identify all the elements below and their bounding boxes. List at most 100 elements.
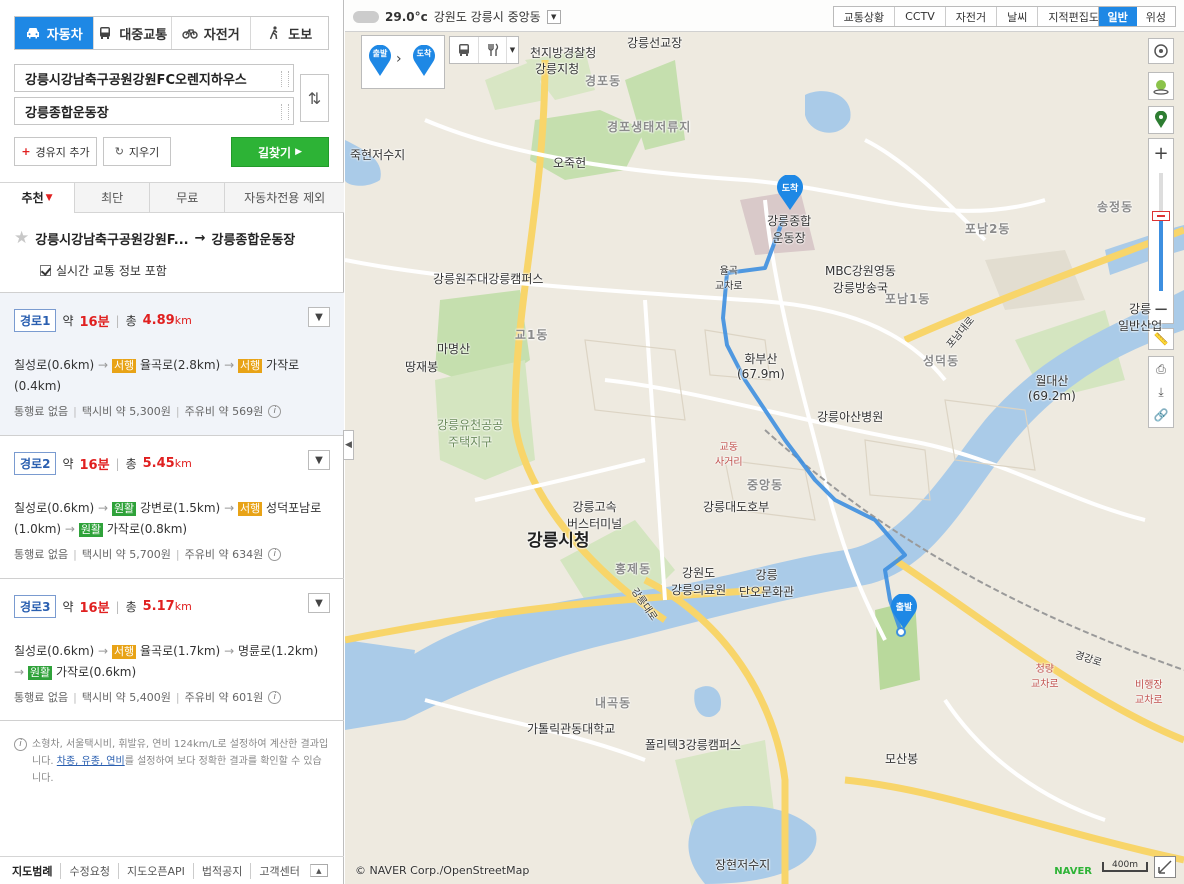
mode-bicycle-tab[interactable]: 자전거 (171, 17, 250, 49)
realtime-label: 실시간 교통 정보 포함 (56, 264, 167, 278)
map-type-normal-button[interactable]: 일반 (1098, 7, 1137, 26)
footer-links: 지도범례 수정요청 지도오픈API 법적공지 고객센터 ▲ (0, 856, 344, 884)
print-icon[interactable]: ⎙ (1156, 362, 1166, 377)
find-route-button[interactable]: 길찾기 ▶ (231, 137, 329, 167)
map-label: 홍제동 (615, 562, 652, 576)
map-label: 마명산 (437, 342, 471, 356)
crosshair-icon (1154, 44, 1168, 58)
expand-route-button[interactable]: ▼ (308, 593, 330, 613)
map-label: 오죽헌 (553, 156, 587, 170)
vehicle-settings-link[interactable]: 차종, 유종, 연비 (57, 756, 125, 767)
info-icon: i (14, 738, 27, 751)
distance-unit: km (174, 314, 192, 327)
bus-stop-icon[interactable] (450, 37, 478, 63)
mode-transit-tab[interactable]: 대중교통 (92, 17, 171, 49)
chevron-down-icon[interactable]: ▼ (506, 37, 518, 63)
divider: | (115, 456, 120, 471)
star-icon[interactable]: ★ (14, 228, 29, 248)
download-icon[interactable]: ⤓ (1158, 385, 1163, 400)
map-label: 경포생태저류지 (607, 120, 692, 134)
footer-support-link[interactable]: 고객센터 (250, 862, 307, 879)
route-time: 16분 (79, 601, 110, 616)
taxi-fare: 택시비 약 5,300원 (81, 405, 171, 418)
add-waypoint-button[interactable]: + 경유지 추가 (14, 137, 97, 166)
map-label: 강릉원주대강릉캠퍼스 (433, 272, 544, 286)
street-view-button[interactable] (1148, 72, 1174, 100)
tab-exclude-motorway[interactable]: 자동차전용 제외 (224, 183, 344, 212)
destination-marker-label: 도착 (781, 184, 799, 194)
info-icon[interactable]: i (268, 690, 282, 704)
chevron-down-icon[interactable]: ▼ (546, 9, 561, 24)
origin-input[interactable] (15, 65, 273, 91)
destination-marker[interactable]: 도착 (776, 174, 804, 211)
expand-route-button[interactable]: ▼ (308, 450, 330, 470)
expand-map-button[interactable] (1154, 856, 1176, 878)
tab-recommended[interactable]: 추천 ▼ (0, 183, 75, 213)
destination-input[interactable] (15, 98, 273, 124)
tab-free[interactable]: 무료 (149, 183, 224, 212)
find-route-label: 길찾기 (257, 145, 292, 160)
layer-traffic-button[interactable]: 교통상황 (834, 7, 894, 26)
map-top-bar: 29.0°c 강원도 강릉시 중앙동 ▼ 교통상황 CCTV 자전거 날씨 지적… (345, 0, 1184, 32)
route-badge: 경로3 (14, 595, 57, 618)
map-view[interactable]: 29.0°c 강원도 강릉시 중앙동 ▼ 교통상황 CCTV 자전거 날씨 지적… (345, 0, 1184, 884)
link-icon[interactable]: 🔗 (1154, 408, 1169, 422)
taxi-fare: 택시비 약 5,400원 (81, 691, 171, 704)
route-summary-header: ★ 강릉시강남축구공원강원F... → 강릉종합운동장 (14, 228, 334, 248)
calculation-note: i 소형차, 서울택시비, 휘발유, 연비 124km/L로 설정하여 계산한 … (14, 736, 330, 787)
realtime-traffic-option[interactable]: 실시간 교통 정보 포함 (40, 262, 167, 279)
drag-handle-icon[interactable] (281, 104, 289, 120)
divider: | (73, 404, 77, 418)
footer-legal-link[interactable]: 법적공지 (192, 862, 250, 879)
zoom-slider-handle[interactable] (1152, 211, 1170, 221)
map-type-satellite-button[interactable]: 위성 (1137, 7, 1175, 26)
map-label: 모산봉 (885, 752, 919, 766)
route-summary: 경로1 약 16분 | 총 4.89km (14, 309, 192, 332)
arrow-right-icon: → (64, 522, 75, 536)
clear-button[interactable]: ↻ 지우기 (103, 137, 171, 166)
mode-car-tab[interactable]: 자동차 (15, 17, 93, 49)
swap-button[interactable]: ⇅ (300, 74, 329, 122)
layer-cctv-button[interactable]: CCTV (894, 7, 945, 26)
map-tools: ⎙ ⤓ 🔗 (1148, 356, 1174, 428)
route-option-1[interactable]: 경로1 약 16분 | 총 4.89km ▼ 칠성로(0.6km) → 서행 율… (0, 292, 344, 435)
tab-shortest[interactable]: 최단 (74, 183, 149, 212)
realtime-checkbox[interactable] (40, 265, 51, 276)
mode-walk-tab[interactable]: 도보 (249, 17, 328, 49)
footer-report-link[interactable]: 수정요청 (60, 862, 117, 879)
pin-drop-button[interactable] (1148, 106, 1174, 134)
mode-label: 자전거 (203, 27, 240, 43)
origin-marker[interactable]: 출발 (890, 593, 918, 630)
origin-marker-label: 출발 (895, 603, 913, 613)
drag-handle-icon[interactable] (281, 71, 289, 87)
transport-mode-tabs: 자동차 대중교통 자전거 도보 (14, 16, 329, 50)
layer-weather-button[interactable]: 날씨 (996, 7, 1037, 26)
weather-location: 강원도 강릉시 중앙동 (433, 10, 541, 24)
traffic-tag: 서행 (111, 645, 137, 659)
map-label: 중앙동 (747, 478, 784, 492)
fuel-cost: 주유비 약 634원 (184, 548, 264, 561)
weather-widget[interactable]: 29.0°c 강원도 강릉시 중앙동 ▼ (353, 8, 561, 25)
info-icon[interactable]: i (268, 547, 282, 561)
expand-route-button[interactable]: ▼ (308, 307, 330, 327)
map-label: 교1동 (515, 328, 549, 342)
collapse-panel-button[interactable]: ◀ (343, 430, 354, 460)
walk-icon (270, 26, 278, 40)
layer-bicycle-button[interactable]: 자전거 (944, 7, 996, 26)
divider: | (115, 313, 120, 328)
route-option-2[interactable]: 경로2 약 16분 | 총 5.45km ▼ 칠성로(0.6km) → 원활 강… (0, 435, 344, 578)
footer-legend-link[interactable]: 지도범례 (12, 863, 60, 879)
restaurant-icon[interactable] (478, 37, 506, 63)
route-option-tabs: 추천 ▼ 최단 무료 자동차전용 제외 (0, 182, 344, 213)
zoom-in-button[interactable]: + (1149, 141, 1173, 165)
locate-me-button[interactable] (1148, 38, 1174, 64)
route-option-3[interactable]: 경로3 약 16분 | 총 5.17km ▼ 칠성로(0.6km) → 서행 율… (0, 578, 344, 721)
map-label: 강릉선교장 (627, 36, 683, 50)
car-icon (26, 28, 39, 39)
footer-api-link[interactable]: 지도오픈API (117, 862, 193, 879)
map-label: 강릉지청 (535, 62, 580, 76)
info-icon[interactable]: i (268, 404, 282, 418)
chevron-up-icon[interactable]: ▲ (309, 864, 328, 877)
swap-arrows-icon: ⇅ (307, 88, 322, 108)
map-label: 장현저수지 (715, 858, 771, 872)
